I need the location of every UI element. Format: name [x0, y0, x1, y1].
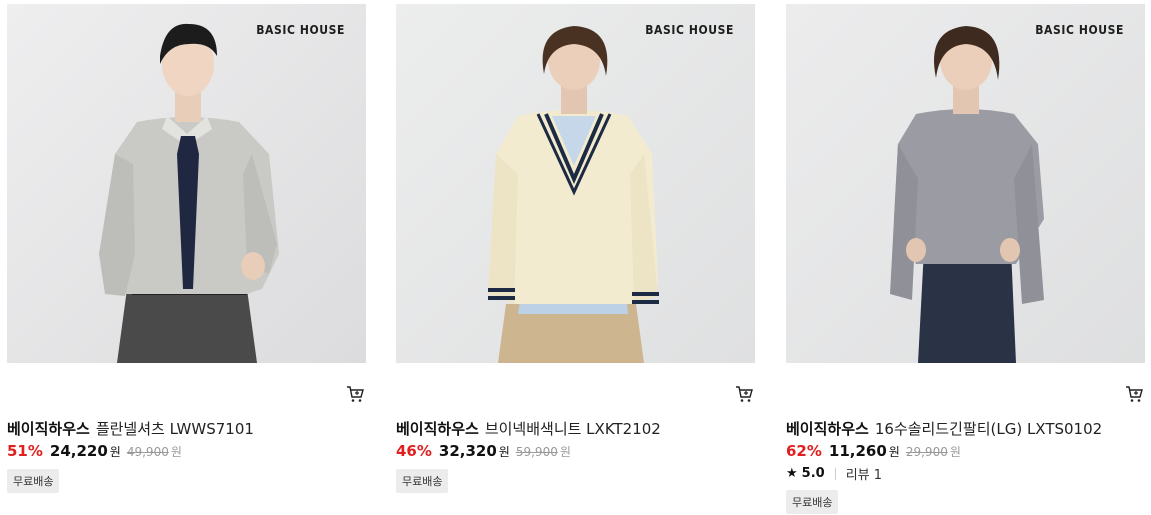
product-image[interactable]: BASIC HOUSE — [7, 4, 366, 363]
product-name: 16수솔리드긴팔티(LG) LXTS0102 — [874, 420, 1103, 438]
brand-name: 베이직하우스 — [7, 420, 90, 438]
product-image[interactable]: BASIC HOUSE — [396, 4, 755, 363]
currency-unit: 원 — [888, 445, 900, 459]
product-card[interactable]: BASIC HOUSE 베이직하우스 플란넬셔츠 LWWS7101 51% 24,… — [7, 4, 367, 493]
product-name: 플란넬셔츠 LWWS7101 — [95, 420, 254, 438]
brand-name: 베이직하우스 — [396, 420, 479, 438]
sale-price: 24,220 — [49, 442, 108, 460]
discount-rate: 62% — [786, 442, 822, 460]
cart-icon[interactable] — [1124, 384, 1144, 404]
sale-price: 32,320 — [438, 442, 497, 460]
product-photo-longsleeve-tee-icon — [786, 4, 1145, 363]
cart-icon[interactable] — [345, 384, 365, 404]
brand-logo: BASIC HOUSE — [645, 23, 734, 37]
free-shipping-badge: 무료배송 — [786, 490, 839, 514]
original-price: 49,900 — [126, 445, 169, 459]
product-photo-vneck-knit-icon — [396, 4, 755, 363]
free-shipping-badge: 무료배송 — [396, 469, 449, 493]
sale-price: 11,260 — [828, 442, 887, 460]
review-count: 리뷰 1 — [845, 468, 883, 483]
free-shipping-badge: 무료배송 — [7, 469, 60, 493]
product-title[interactable]: 베이직하우스 브이넥배색니트 LXKT2102 — [396, 418, 661, 439]
cart-icon-graphic — [736, 386, 753, 402]
product-image[interactable]: BASIC HOUSE — [786, 4, 1145, 363]
original-currency-unit: 원 — [170, 445, 182, 459]
price-row: 62% 11,260 원 29,900 원 — [786, 442, 961, 460]
original-price: 29,900 — [905, 445, 948, 459]
product-grid: BASIC HOUSE 베이직하우스 플란넬셔츠 LWWS7101 51% 24,… — [0, 0, 1151, 515]
cart-icon-graphic — [1126, 386, 1143, 402]
original-currency-unit: 원 — [559, 445, 571, 459]
divider — [834, 467, 836, 480]
discount-rate: 51% — [7, 442, 43, 460]
product-title[interactable]: 베이직하우스 플란넬셔츠 LWWS7101 — [7, 418, 254, 439]
cart-icon[interactable] — [734, 384, 754, 404]
brand-logo: BASIC HOUSE — [256, 23, 345, 37]
rating-score: 5.0 — [801, 466, 825, 481]
star-icon: ★ — [786, 466, 798, 481]
price-row: 46% 32,320 원 59,900 원 — [396, 442, 571, 460]
brand-logo: BASIC HOUSE — [1035, 23, 1124, 37]
rating-row[interactable]: ★ 5.0 리뷰 1 — [786, 464, 882, 483]
brand-name: 베이직하우스 — [786, 420, 869, 438]
price-row: 51% 24,220 원 49,900 원 — [7, 442, 182, 460]
original-currency-unit: 원 — [949, 445, 961, 459]
product-name: 브이넥배색니트 LXKT2102 — [484, 420, 661, 438]
product-card[interactable]: BASIC HOUSE 베이직하우스 16수솔리드긴팔티(LG) LXTS0102… — [786, 4, 1146, 514]
cart-icon-graphic — [347, 386, 364, 402]
discount-rate: 46% — [396, 442, 432, 460]
original-price: 59,900 — [515, 445, 558, 459]
product-photo-shirt-tie-icon — [7, 4, 366, 363]
currency-unit: 원 — [109, 445, 121, 459]
product-card[interactable]: BASIC HOUSE 베이직하우스 브이넥배색니트 LXKT2102 46% 3… — [396, 4, 756, 493]
product-title[interactable]: 베이직하우스 16수솔리드긴팔티(LG) LXTS0102 — [786, 418, 1102, 439]
currency-unit: 원 — [498, 445, 510, 459]
